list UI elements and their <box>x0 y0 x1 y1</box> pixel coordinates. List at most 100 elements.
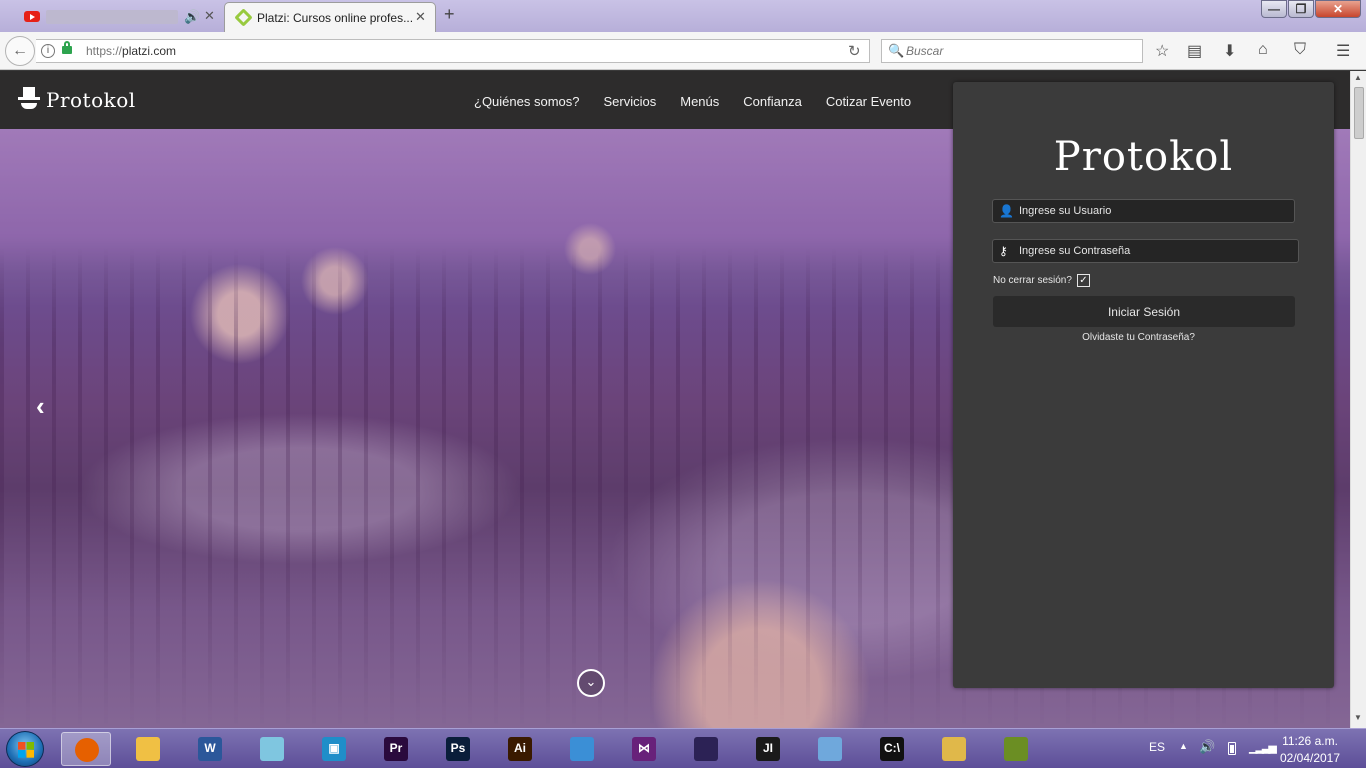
forgot-password-link[interactable]: Olvidaste tu Contraseña? <box>953 332 1324 343</box>
battery-icon[interactable] <box>1228 742 1236 755</box>
key-icon: ⚷ <box>999 244 1008 258</box>
reading-list-icon[interactable]: ▤ <box>1187 41 1202 61</box>
taskbar-app-network-app[interactable] <box>991 732 1041 766</box>
nav-cotizar-evento[interactable]: Cotizar Evento <box>826 94 911 109</box>
slider-prev-icon[interactable]: ‹ <box>36 391 45 422</box>
app-blue-icon: ▣ <box>322 737 346 761</box>
illustrator-icon: Ai <box>508 737 532 761</box>
maximize-button[interactable]: ❐ <box>1288 0 1314 18</box>
scroll-up-icon[interactable]: ▲ <box>1354 73 1362 82</box>
taskbar-app-notepad[interactable] <box>247 732 297 766</box>
scroll-thumb[interactable] <box>1354 87 1364 139</box>
start-button[interactable] <box>6 731 44 767</box>
site-nav: ¿Quiénes somos? Servicios Menús Confianz… <box>474 94 911 109</box>
language-indicator[interactable]: ES <box>1149 740 1165 754</box>
url-text[interactable]: https://platzi.com <box>86 44 176 58</box>
nav-servicios[interactable]: Servicios <box>604 94 657 109</box>
taskbar-app-visual-studio[interactable]: ⋈ <box>619 732 669 766</box>
cmd-icon: C:\ <box>880 737 904 761</box>
remember-checkbox[interactable]: ✓ <box>1076 274 1090 287</box>
taskbar-app-premiere[interactable]: Pr <box>371 732 421 766</box>
download-icon[interactable]: ⬇ <box>1223 41 1236 61</box>
pocket-icon[interactable]: ⛉ <box>1294 41 1306 59</box>
tab-close-icon[interactable]: ✕ <box>415 9 426 25</box>
visual-studio-files-icon <box>570 737 594 761</box>
taskbar-app-word[interactable]: W <box>185 732 235 766</box>
reload-icon[interactable]: ↻ <box>848 42 861 60</box>
speaker-icon[interactable]: 🔊 <box>184 9 200 25</box>
notepad-icon <box>260 737 284 761</box>
url-bar[interactable]: i https://platzi.com ↻ <box>36 39 870 63</box>
page-scrollbar[interactable]: ▲ ▼ <box>1350 71 1366 728</box>
platzi-icon <box>234 8 253 27</box>
close-window-button[interactable]: ✕ <box>1315 0 1361 18</box>
tools-icon <box>942 737 966 761</box>
username-field[interactable]: 👤 <box>992 199 1295 223</box>
volume-icon[interactable]: 🔊 <box>1199 739 1215 755</box>
scroll-down-arrow-icon[interactable]: ▼ <box>1354 713 1362 722</box>
photoshop-icon: Ps <box>446 737 470 761</box>
file-explorer-icon <box>136 737 160 761</box>
remember-row: No cerrar sesión? ✓ <box>993 274 1090 287</box>
windows-taskbar: W ▣ Pr Ps Ai ⋈ JI C:\ ES ▲ 🔊 ▁▂▃▅ 11:26 a.m. 02… <box>0 728 1366 768</box>
tab-youtube[interactable]: 🔊 ✕ <box>0 2 222 32</box>
show-hidden-icons-icon[interactable]: ▲ <box>1179 741 1188 751</box>
tab-platzi[interactable]: Platzi: Cursos online profes... ✕ <box>224 2 436 32</box>
scroll-down-icon[interactable]: ⌄ <box>577 669 605 697</box>
back-button[interactable]: ← <box>5 36 35 66</box>
browser-navbar: ← i https://platzi.com ↻ 🔍 ☆ ▤ ⬇ ⌂ ⛉ ☰ <box>0 32 1366 70</box>
intellij-icon: JI <box>756 737 780 761</box>
tab-title: Platzi: Cursos online profes... <box>257 11 414 25</box>
minimize-button[interactable]: — <box>1261 0 1287 18</box>
taskbar-app-illustrator[interactable]: Ai <box>495 732 545 766</box>
user-icon: 👤 <box>999 204 1014 218</box>
search-bar[interactable]: 🔍 <box>881 39 1143 63</box>
taskbar-app-firefox[interactable] <box>61 732 111 766</box>
eclipse-icon <box>694 737 718 761</box>
tab-close-icon[interactable]: ✕ <box>204 8 215 24</box>
url-host: platzi.com <box>122 44 177 58</box>
site-logo[interactable]: Protokol <box>18 86 136 114</box>
taskbar-app-cmd[interactable]: C:\ <box>867 732 917 766</box>
clock-time[interactable]: 11:26 a.m. <box>1270 734 1350 748</box>
virtualbox-icon <box>818 737 842 761</box>
nav-menus[interactable]: Menús <box>680 94 719 109</box>
menu-icon[interactable]: ☰ <box>1336 41 1350 61</box>
url-protocol: https:// <box>86 44 123 58</box>
password-field[interactable]: ⚷ <box>992 239 1299 263</box>
taskbar-app-tools[interactable] <box>929 732 979 766</box>
login-logo: Protokol <box>1053 134 1234 180</box>
new-tab-button[interactable]: + <box>444 4 455 25</box>
home-icon[interactable]: ⌂ <box>1258 41 1268 59</box>
windows-logo-icon <box>18 742 34 758</box>
search-input[interactable] <box>906 41 1136 61</box>
network-app-icon <box>1004 737 1028 761</box>
taskbar-app-virtualbox[interactable] <box>805 732 855 766</box>
login-panel: Protokol 👤 ⚷ No cerrar sesión? ✓ Iniciar… <box>953 82 1334 688</box>
taskbar-app-app-blue[interactable]: ▣ <box>309 732 359 766</box>
browser-titlebar: 🔊 ✕ Platzi: Cursos online profes... ✕ + … <box>0 0 1366 32</box>
lock-icon <box>62 41 72 54</box>
web-page: ‹ ⌄ Protokol ¿Quiénes somos? Servicios M… <box>0 71 1350 728</box>
nav-quienes-somos[interactable]: ¿Quiénes somos? <box>474 94 580 109</box>
tab-title-redacted <box>46 10 178 24</box>
nav-confianza[interactable]: Confianza <box>743 94 802 109</box>
top-hat-icon <box>18 87 40 113</box>
search-icon: 🔍 <box>888 43 905 58</box>
clock-date[interactable]: 02/04/2017 <box>1270 751 1350 765</box>
taskbar-app-visual-studio-files[interactable] <box>557 732 607 766</box>
remember-label: No cerrar sesión? <box>993 275 1072 286</box>
info-icon[interactable]: i <box>41 44 55 58</box>
username-input[interactable] <box>1019 200 1289 222</box>
login-button[interactable]: Iniciar Sesión <box>993 296 1295 327</box>
taskbar-app-eclipse[interactable] <box>681 732 731 766</box>
premiere-icon: Pr <box>384 737 408 761</box>
visual-studio-icon: ⋈ <box>632 737 656 761</box>
firefox-icon <box>75 738 99 762</box>
youtube-icon <box>24 11 40 22</box>
password-input[interactable] <box>1019 240 1289 262</box>
taskbar-app-intellij[interactable]: JI <box>743 732 793 766</box>
bookmark-star-icon[interactable]: ☆ <box>1155 41 1169 61</box>
taskbar-app-file-explorer[interactable] <box>123 732 173 766</box>
taskbar-app-photoshop[interactable]: Ps <box>433 732 483 766</box>
